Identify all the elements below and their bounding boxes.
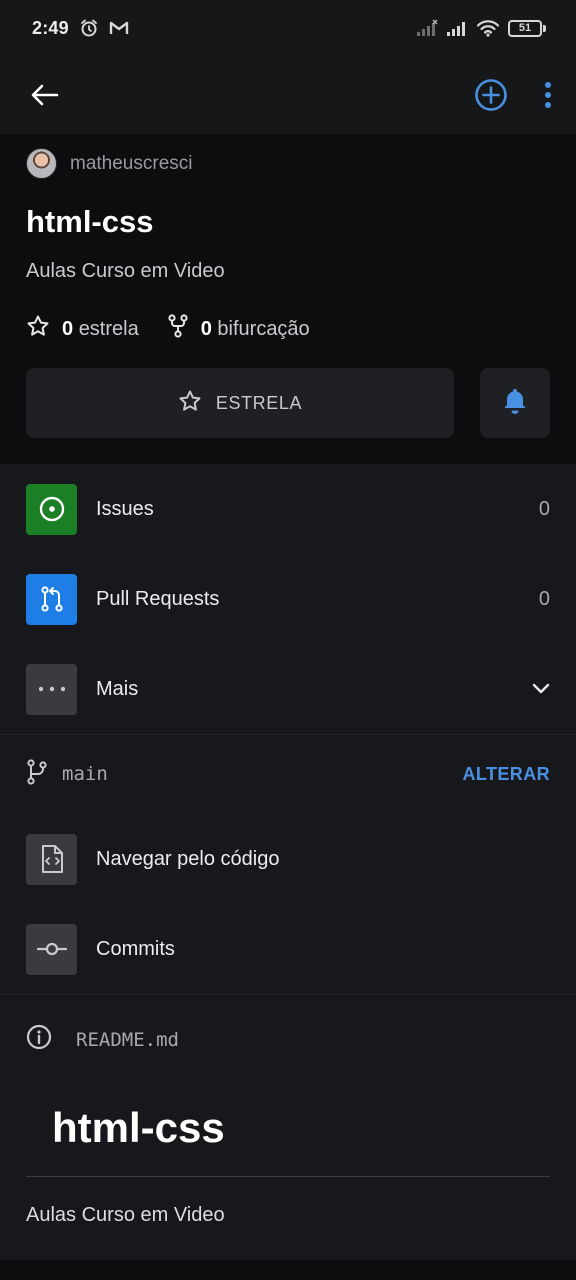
watch-button[interactable] [480,368,550,438]
battery-level: 51 [508,19,542,37]
bell-icon [502,387,528,420]
issue-opened-icon [26,483,77,535]
back-arrow-icon[interactable] [28,78,62,112]
gmail-icon [109,20,129,36]
status-bar: 2:49 51 [0,0,576,56]
menu-item-count: 0 [538,587,550,610]
readme-title: html-css [52,1104,225,1151]
branch-row: main ALTERAR [0,734,576,814]
stars-count: 0 [62,317,74,340]
wifi-icon [476,19,500,37]
star-outline-icon [178,389,202,418]
app-bar [0,56,576,134]
browse-code-label: Navegar pelo código [96,847,280,870]
fork-icon [167,314,189,344]
forks-stat[interactable]: 0 bifurcação [167,314,310,344]
divider [26,1176,550,1177]
branch-icon [26,758,48,790]
menu-item-more[interactable]: Mais [0,644,576,734]
owner-name: matheuscresci [70,152,193,174]
status-time: 2:49 [32,17,69,38]
readme-header: README.md [26,1024,179,1055]
menu-item-issues[interactable]: Issues 0 [0,464,576,554]
commits-item[interactable]: Commits [0,904,576,994]
star-button-label: ESTRELA [215,392,303,413]
pull-request-icon [26,573,77,625]
menu-item-pull-requests[interactable]: Pull Requests 0 [0,554,576,644]
chevron-down-icon[interactable] [532,683,550,695]
repo-content: Issues 0 Pull Requests 0 Mais main ALTER… [0,464,576,1260]
branch-name: main [62,763,108,785]
menu-item-label: Issues [96,497,154,520]
file-code-icon [26,833,77,885]
repo-description: Aulas Curso em Video [26,260,225,282]
stars-stat[interactable]: 0 estrela [26,314,139,344]
menu-item-count: 0 [538,497,550,520]
repo-stats: 0 estrela 0 bifurcação [26,314,310,344]
repo-owner[interactable]: matheuscresci [26,148,193,179]
divider [0,994,576,995]
signal-icon [446,19,468,37]
add-circle-icon[interactable] [474,78,508,112]
more-horizontal-icon [26,663,77,715]
menu-item-label: Pull Requests [96,587,220,610]
forks-count: 0 [200,317,212,340]
forks-label: bifurcação [217,317,310,340]
star-button[interactable]: ESTRELA [26,368,454,438]
info-icon [26,1024,52,1055]
avatar [26,148,57,179]
commits-label: Commits [96,937,175,960]
menu-item-label: Mais [96,677,139,700]
repo-title: html-css [26,204,154,239]
commit-icon [26,923,77,975]
change-branch-button[interactable]: ALTERAR [463,764,550,785]
bottom-bar [0,1260,576,1280]
readme-text: Aulas Curso em Video [26,1204,225,1226]
readme-filename: README.md [76,1028,179,1051]
star-outline-icon [26,314,50,344]
browse-code-item[interactable]: Navegar pelo código [0,814,576,904]
signal-icon [416,19,438,37]
alarm-icon [79,18,99,38]
repo-header: matheuscresci html-css Aulas Curso em Vi… [0,134,576,464]
more-vertical-icon[interactable] [544,81,552,109]
battery-icon: 51 [508,19,546,37]
stars-label: estrela [78,317,139,340]
